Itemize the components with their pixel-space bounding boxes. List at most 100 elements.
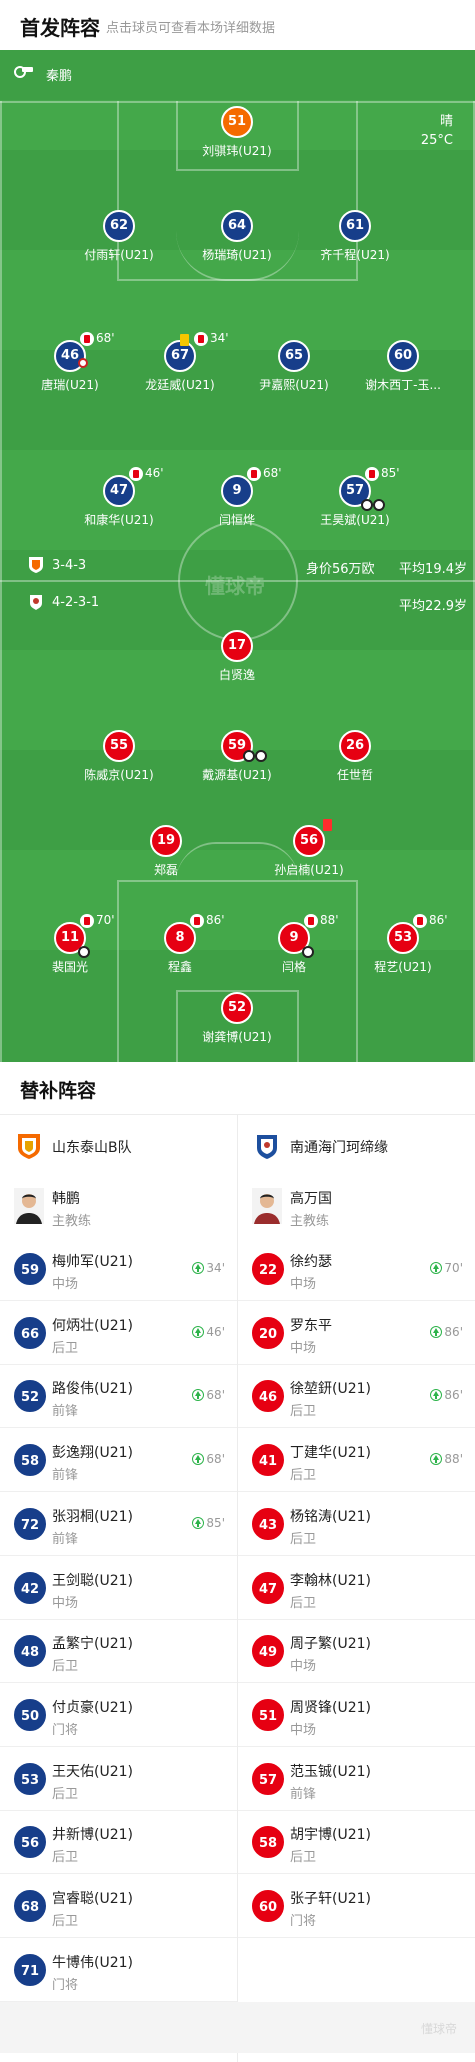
home-team-name: 山东泰山B队 [52, 1140, 132, 1156]
sub-player-name: 徐约瑟 [290, 1254, 332, 1270]
player-name: 陈威京(U21) [84, 768, 154, 782]
away-player-55[interactable]: 55 陈威京(U21) [59, 730, 179, 783]
home-sub-player-row[interactable]: 72 张羽桐(U21) 前锋 85' [0, 1493, 237, 1556]
away-sub-player-row[interactable]: 60 张子轩(U21) 门将 [238, 1875, 475, 1938]
home-player-47[interactable]: 47 46' 和康华(U21) [59, 466, 179, 528]
sub-player-position: 后卫 [52, 1914, 79, 1929]
sub-out-time: 34' [210, 331, 229, 345]
player-number: 26 [339, 730, 371, 762]
sub-player-name: 杨铭涛(U21) [290, 1508, 371, 1525]
sub-player-number: 20 [252, 1316, 284, 1349]
away-player-56[interactable]: 56 孙启楠(U21) [249, 819, 369, 878]
away-player-17[interactable]: 17 白贤逸 [177, 630, 297, 683]
home-player-61[interactable]: 61 齐千程(U21) [295, 210, 415, 263]
home-player-9[interactable]: 9 68' 闫恒烨 [177, 466, 297, 528]
sub-in-arrow-icon [192, 1516, 205, 1529]
sub-out-icon [247, 467, 261, 481]
sub-player-position: 门将 [52, 1977, 79, 1993]
sub-in-minute: 85' [206, 1515, 225, 1530]
away-sub-player-row[interactable]: 47 李翰林(U21) 后卫 [238, 1557, 475, 1620]
home-sub-player-row[interactable]: 71 牛博伟(U21) 门将 [0, 1939, 237, 2002]
sub-in-minute: 46' [206, 1324, 225, 1339]
home-player-46[interactable]: 46 68' 唐瑞(U21) [10, 331, 130, 393]
away-sub-player-row[interactable]: 57 范玉铖(U21) 前锋 [238, 1748, 475, 1811]
away-sub-player-row[interactable]: 49 周子繁(U21) 中场 [238, 1620, 475, 1684]
player-number: 53 86' [387, 913, 448, 954]
subs-title: 替补阵容 [20, 1080, 97, 1102]
home-team-logo-icon [18, 1134, 40, 1159]
away-player-9[interactable]: 9 88' 闫格 [234, 913, 354, 975]
sub-player-number: 43 [252, 1507, 284, 1540]
player-number: 57 85' [339, 466, 400, 511]
home-sub-player-row[interactable]: 53 王天佑(U21) 后卫 [0, 1748, 237, 1811]
player-number: 65 [278, 340, 310, 372]
sub-player-number: 56 [14, 1826, 46, 1859]
sub-player-name: 王剑聪(U21) [52, 1572, 133, 1589]
away-sub-player-row[interactable]: 20 罗东平 中场 86' [238, 1302, 475, 1365]
player-number: 64 [221, 210, 253, 242]
sub-in-time: 88' [430, 1452, 463, 1466]
footer: 懂球帝 [0, 2002, 475, 2053]
home-player-65[interactable]: 65 尹嘉熙(U21) [234, 340, 354, 393]
player-number: 67 34' [164, 331, 229, 372]
away-sub-player-row[interactable]: 58 胡宇博(U21) 后卫 [238, 1811, 475, 1875]
home-sub-player-row[interactable]: 68 宫睿聪(U21) 后卫 [0, 1875, 237, 1938]
sub-player-name: 何炳壮(U21) [52, 1317, 133, 1334]
home-team-value: 身价56万欧 [306, 562, 375, 577]
home-sub-player-row[interactable]: 66 何炳壮(U21) 后卫 46' [0, 1302, 237, 1365]
sub-in-time: 86' [430, 1325, 463, 1339]
home-sub-player-row[interactable]: 52 路俊伟(U21) 前锋 68' [0, 1365, 237, 1429]
sub-player-number: 60 [252, 1890, 284, 1922]
home-coach[interactable]: 韩鹏 主教练 [0, 1176, 237, 1236]
away-sub-player-row[interactable]: 46 徐堃鈃(U21) 后卫 86' [238, 1365, 475, 1429]
away-player-26[interactable]: 26 任世哲 [295, 730, 415, 783]
away-team-info: 4-2-3-1 平均22.9岁 [0, 585, 475, 621]
player-name: 刘骐玮(U21) [202, 144, 272, 158]
home-player-57[interactable]: 57 85' 王昊斌(U21) [295, 466, 415, 528]
sub-in-minute: 70' [444, 1261, 463, 1275]
sub-player-name: 牛博伟(U21) [52, 1954, 133, 1971]
coach-avatar [14, 1188, 44, 1224]
home-sub-player-row[interactable]: 59 梅帅军(U21) 中场 34' [0, 1238, 237, 1301]
home-player-64[interactable]: 64 杨瑞琦(U21) [177, 210, 297, 263]
player-number: 56 [293, 819, 332, 857]
home-sub-player-row[interactable]: 48 孟繁宁(U21) 后卫 [0, 1620, 237, 1684]
home-player-51[interactable]: 51 刘骐玮(U21) [177, 106, 297, 159]
away-sub-player-row[interactable]: 22 徐约瑟 中场 70' [238, 1238, 475, 1301]
sub-out-icon [365, 467, 379, 481]
away-player-8[interactable]: 8 86' 程鑫 [120, 913, 240, 975]
sub-player-number: 47 [252, 1571, 284, 1604]
home-sub-player-row[interactable]: 58 彭逸翔(U21) 前锋 68' [0, 1429, 237, 1493]
away-player-19[interactable]: 19 郑磊 [106, 825, 226, 878]
home-player-62[interactable]: 62 付雨轩(U21) [59, 210, 179, 263]
player-name: 闫恒烨 [218, 513, 255, 527]
goal-ball-icon [78, 946, 90, 958]
home-player-60[interactable]: 60 谢木西丁-玉... [343, 340, 463, 393]
player-name: 尹嘉熙(U21) [259, 378, 329, 392]
away-player-52[interactable]: 52 谢龚博(U21) [177, 992, 297, 1045]
home-sub-player-row[interactable]: 56 井新博(U21) 后卫 [0, 1811, 237, 1875]
away-coach[interactable]: 高万国 主教练 [238, 1176, 475, 1236]
sub-player-position: 后卫 [52, 1850, 79, 1866]
away-avg-age: 平均22.9岁 [399, 599, 467, 614]
away-sub-player-row[interactable]: 51 周贤锋(U21) 中场 [238, 1684, 475, 1747]
sub-player-name: 孟繁宁(U21) [52, 1636, 133, 1653]
player-number: 51 [221, 106, 253, 138]
home-player-67[interactable]: 67 34' 龙廷威(U21) [120, 331, 240, 393]
home-sub-player-row[interactable]: 50 付贞豪(U21) 门将 [0, 1684, 237, 1747]
player-number: 62 [103, 210, 135, 242]
coach-avatar [252, 1188, 282, 1224]
pitch: 懂球帝 秦鹏 晴 25°C 51 刘骐玮(U21) 62 付雨轩(U21) 64… [0, 50, 475, 1062]
sub-player-position: 后卫 [290, 1595, 317, 1611]
away-player-11[interactable]: 11 70' 裴国光 [10, 913, 130, 975]
away-sub-player-row[interactable]: 41 丁建华(U21) 后卫 88' [238, 1429, 475, 1493]
home-sub-player-row[interactable]: 42 王剑聪(U21) 中场 [0, 1557, 237, 1620]
goal-ball-icon [361, 499, 373, 511]
away-sub-player-row[interactable]: 43 杨铭涛(U21) 后卫 [238, 1493, 475, 1556]
player-number: 17 [221, 630, 253, 662]
sub-player-number: 58 [14, 1444, 46, 1477]
sub-out-time: 46' [145, 466, 164, 480]
sub-in-arrow-icon [192, 1453, 205, 1466]
away-player-59[interactable]: 59 戴源基(U21) [177, 730, 297, 783]
away-player-53[interactable]: 53 86' 程艺(U21) [343, 913, 463, 975]
